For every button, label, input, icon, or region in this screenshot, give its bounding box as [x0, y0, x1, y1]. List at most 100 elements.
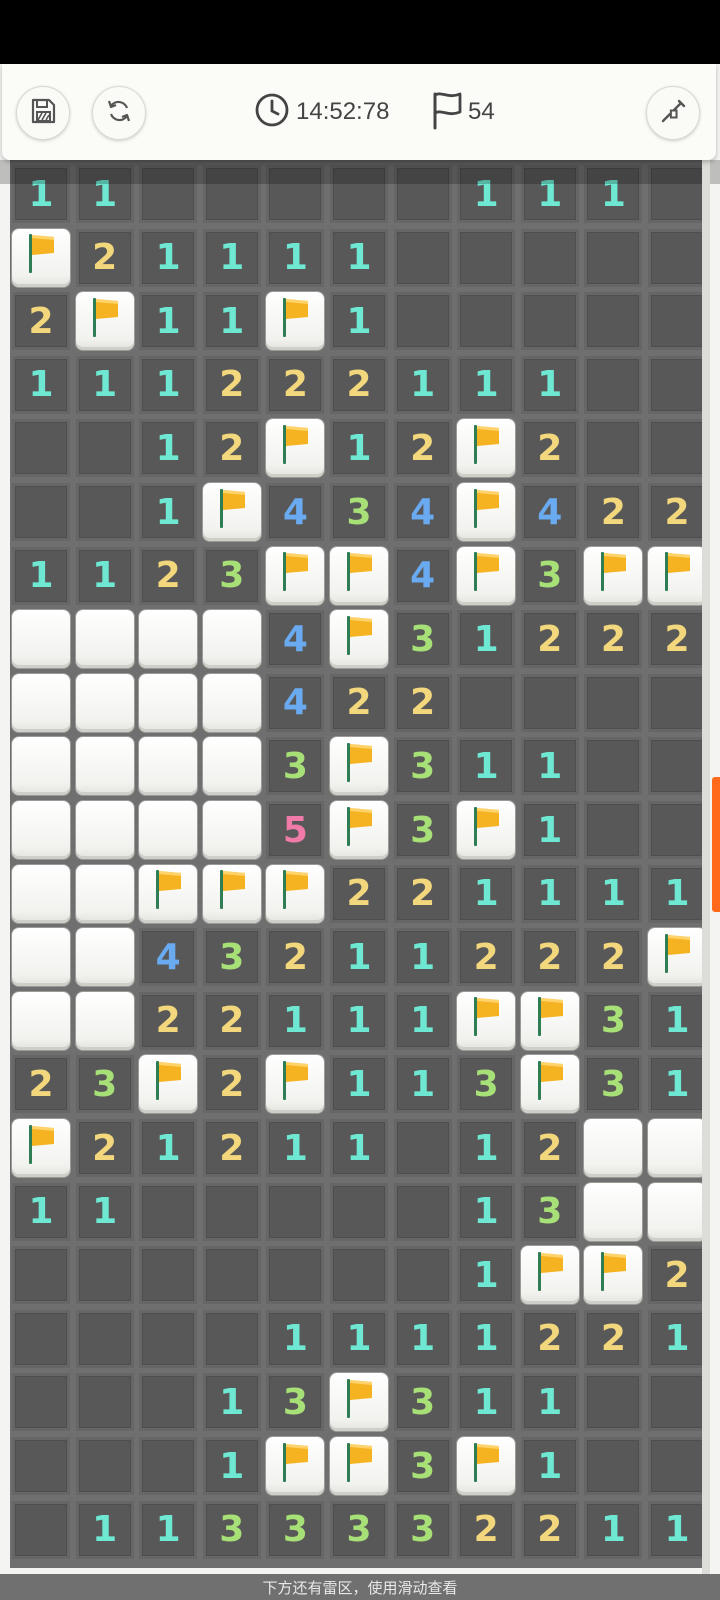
number-cell[interactable]: 3	[330, 483, 388, 541]
number-cell[interactable]: 1	[330, 292, 388, 351]
covered-cell[interactable]	[75, 673, 134, 732]
number-cell[interactable]: 1	[266, 991, 325, 1050]
empty-cell[interactable]	[75, 1246, 134, 1305]
number-cell[interactable]: 3	[393, 1373, 452, 1432]
number-cell[interactable]: 2	[12, 1055, 70, 1114]
empty-cell[interactable]	[520, 673, 579, 732]
empty-cell[interactable]	[139, 165, 198, 223]
number-cell[interactable]: 1	[75, 546, 134, 605]
empty-cell[interactable]	[584, 355, 643, 414]
number-cell[interactable]: 2	[75, 228, 134, 287]
number-cell[interactable]: 1	[393, 928, 452, 987]
flagged-cell[interactable]	[584, 546, 643, 605]
covered-cell[interactable]	[75, 864, 134, 923]
empty-cell[interactable]	[584, 228, 643, 287]
number-cell[interactable]: 1	[266, 228, 325, 287]
empty-cell[interactable]	[457, 673, 516, 732]
covered-cell[interactable]	[75, 928, 134, 987]
number-cell[interactable]: 3	[520, 1182, 579, 1241]
flagged-cell[interactable]	[330, 801, 388, 859]
empty-cell[interactable]	[202, 1182, 261, 1241]
number-cell[interactable]: 1	[457, 1119, 516, 1177]
flagged-cell[interactable]	[12, 228, 70, 287]
covered-cell[interactable]	[12, 864, 70, 923]
covered-cell[interactable]	[202, 610, 261, 669]
covered-cell[interactable]	[202, 801, 261, 859]
number-cell[interactable]: 1	[648, 1055, 706, 1114]
number-cell[interactable]: 3	[457, 1055, 516, 1114]
flagged-cell[interactable]	[520, 1055, 579, 1114]
number-cell[interactable]: 4	[266, 673, 325, 732]
number-cell[interactable]: 1	[648, 1309, 706, 1368]
number-cell[interactable]: 1	[393, 991, 452, 1050]
number-cell[interactable]: 1	[330, 1119, 388, 1177]
flagged-cell[interactable]	[520, 991, 579, 1050]
flagged-cell[interactable]	[457, 801, 516, 859]
number-cell[interactable]: 1	[12, 546, 70, 605]
number-cell[interactable]: 1	[457, 355, 516, 414]
empty-cell[interactable]	[75, 1373, 134, 1432]
number-cell[interactable]: 4	[393, 483, 452, 541]
number-cell[interactable]: 3	[330, 1500, 388, 1559]
number-cell[interactable]: 1	[330, 228, 388, 287]
number-cell[interactable]: 1	[139, 228, 198, 287]
covered-cell[interactable]	[12, 737, 70, 796]
empty-cell[interactable]	[393, 1182, 452, 1241]
number-cell[interactable]: 1	[139, 483, 198, 541]
number-cell[interactable]: 2	[330, 864, 388, 923]
number-cell[interactable]: 3	[393, 1500, 452, 1559]
number-cell[interactable]: 2	[12, 292, 70, 351]
covered-cell[interactable]	[75, 737, 134, 796]
empty-cell[interactable]	[12, 483, 70, 541]
number-cell[interactable]: 1	[457, 1373, 516, 1432]
flagged-cell[interactable]	[202, 864, 261, 923]
flagged-cell[interactable]	[75, 292, 134, 351]
number-cell[interactable]: 1	[139, 1119, 198, 1177]
flagged-cell[interactable]	[330, 1437, 388, 1495]
covered-cell[interactable]	[12, 928, 70, 987]
number-cell[interactable]: 4	[266, 610, 325, 669]
number-cell[interactable]: 2	[520, 419, 579, 478]
number-cell[interactable]: 2	[520, 610, 579, 669]
number-cell[interactable]: 3	[393, 1437, 452, 1495]
covered-cell[interactable]	[202, 737, 261, 796]
number-cell[interactable]: 3	[520, 546, 579, 605]
number-cell[interactable]: 1	[457, 1309, 516, 1368]
number-cell[interactable]: 1	[330, 419, 388, 478]
flagged-cell[interactable]	[457, 991, 516, 1050]
number-cell[interactable]: 1	[584, 165, 643, 223]
flagged-cell[interactable]	[457, 419, 516, 478]
empty-cell[interactable]	[584, 801, 643, 859]
empty-cell[interactable]	[12, 1437, 70, 1495]
flagged-cell[interactable]	[139, 1055, 198, 1114]
number-cell[interactable]: 2	[393, 864, 452, 923]
empty-cell[interactable]	[12, 1246, 70, 1305]
number-cell[interactable]: 2	[75, 1119, 134, 1177]
number-cell[interactable]: 3	[75, 1055, 134, 1114]
number-cell[interactable]: 1	[457, 1246, 516, 1305]
empty-cell[interactable]	[139, 1182, 198, 1241]
number-cell[interactable]: 2	[584, 610, 643, 669]
number-cell[interactable]: 1	[139, 1500, 198, 1559]
empty-cell[interactable]	[75, 1309, 134, 1368]
number-cell[interactable]: 1	[202, 228, 261, 287]
covered-cell[interactable]	[648, 1119, 706, 1177]
empty-cell[interactable]	[393, 1119, 452, 1177]
number-cell[interactable]: 1	[75, 1182, 134, 1241]
covered-cell[interactable]	[584, 1182, 643, 1241]
number-cell[interactable]: 1	[330, 928, 388, 987]
number-cell[interactable]: 1	[393, 1055, 452, 1114]
empty-cell[interactable]	[12, 1373, 70, 1432]
covered-cell[interactable]	[12, 610, 70, 669]
empty-cell[interactable]	[202, 1246, 261, 1305]
number-cell[interactable]: 3	[584, 991, 643, 1050]
covered-cell[interactable]	[12, 991, 70, 1050]
flagged-cell[interactable]	[266, 546, 325, 605]
number-cell[interactable]: 1	[12, 1182, 70, 1241]
empty-cell[interactable]	[266, 1246, 325, 1305]
number-cell[interactable]: 4	[139, 928, 198, 987]
number-cell[interactable]: 2	[584, 483, 643, 541]
number-cell[interactable]: 1	[139, 419, 198, 478]
number-cell[interactable]: 2	[139, 546, 198, 605]
flagged-cell[interactable]	[457, 1437, 516, 1495]
